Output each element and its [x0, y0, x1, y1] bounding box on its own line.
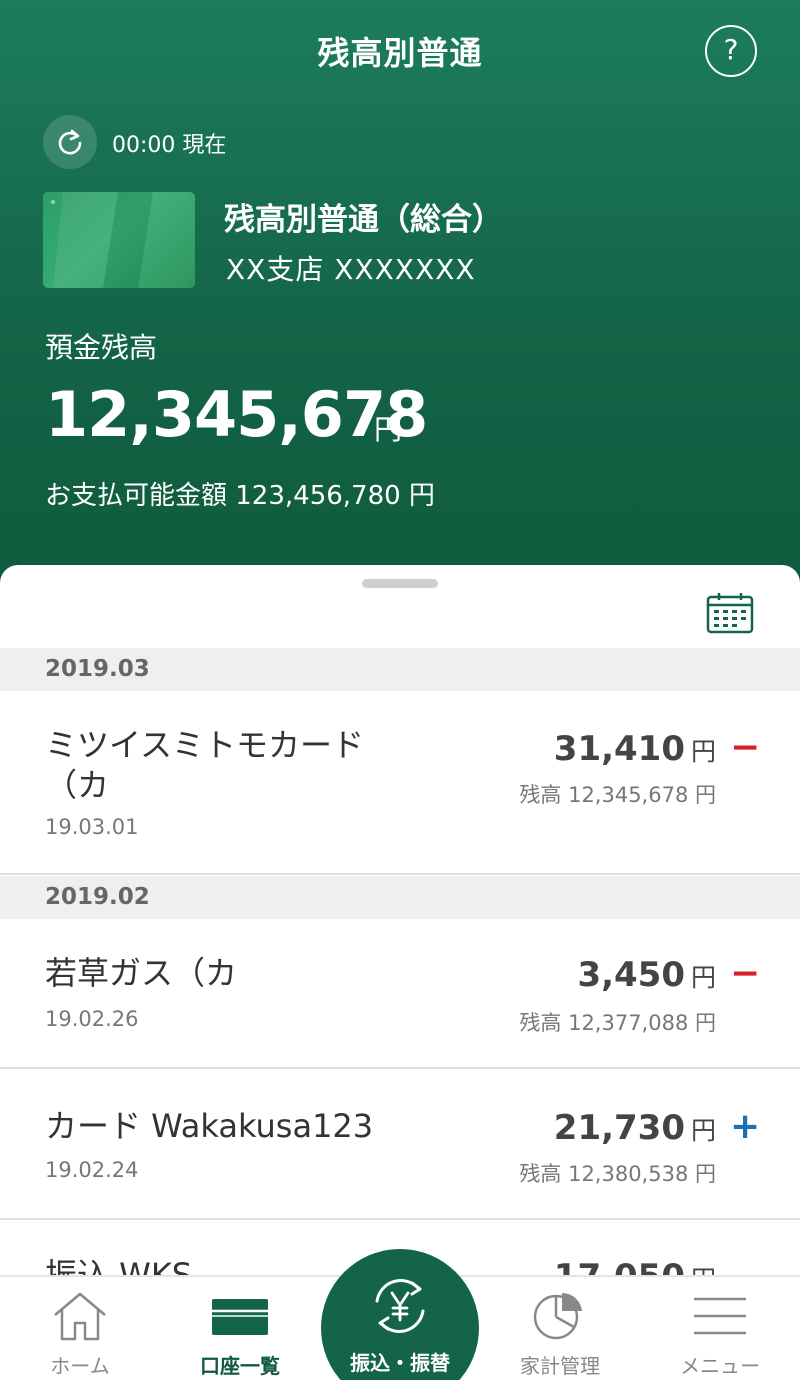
available-amount: お支払可能金額 123,456,780 円	[45, 481, 435, 511]
transaction-row[interactable]: ミツイスミトモカード （カ 19.03.01 31,410 円 − 残高 12,3…	[0, 691, 800, 875]
transaction-name: 若草ガス（カ	[45, 954, 238, 992]
refresh-icon	[58, 129, 82, 155]
minus-sign: −	[730, 727, 761, 768]
transaction-row[interactable]: カード Wakakusa123 19.02.24 21,730 円 + 残高 12…	[0, 1070, 800, 1220]
calendar-button[interactable]	[706, 592, 754, 634]
transaction-balance: 残高 12,380,538 円	[519, 1162, 716, 1186]
month-label: 2019.03	[45, 656, 150, 682]
account-card-image	[43, 192, 195, 288]
month-header: 2019.03	[0, 648, 800, 691]
transaction-date: 19.02.24	[45, 1158, 139, 1182]
balance-label: 預金残高	[45, 331, 158, 364]
tab-label: 口座一覧	[200, 1354, 280, 1378]
transaction-name: ミツイスミトモカード	[45, 726, 365, 764]
refresh-button[interactable]	[43, 115, 97, 169]
tab-label: ホーム	[50, 1354, 110, 1378]
page-title: 残高別普通	[317, 34, 483, 72]
hamburger-menu-icon	[694, 1297, 746, 1335]
transaction-name-cont: （カ	[45, 766, 110, 804]
tab-label: メニュー	[680, 1354, 760, 1378]
tab-home[interactable]: ホーム	[0, 1277, 160, 1380]
transaction-name: カード Wakakusa123	[45, 1107, 374, 1145]
minus-sign: −	[730, 953, 761, 994]
transaction-balance: 残高 12,345,678 円	[519, 783, 716, 807]
transaction-amount: 21,730 円	[553, 1108, 716, 1148]
plus-sign: +	[730, 1106, 761, 1147]
yen-transfer-icon	[375, 1279, 425, 1333]
month-header: 2019.02	[0, 876, 800, 919]
month-label: 2019.02	[45, 884, 150, 910]
tab-accounts[interactable]: 口座一覧	[160, 1277, 320, 1380]
tab-label: 家計管理	[520, 1354, 600, 1378]
transaction-amount: 31,410 円	[553, 729, 716, 769]
transaction-date: 19.03.01	[45, 815, 139, 839]
account-branch: XX支店 XXXXXXX	[226, 253, 476, 286]
transaction-balance: 残高 12,377,088 円	[519, 1011, 716, 1035]
account-header: 残高別普通 ? 00:00 現在 残高別普通（総合） XX支店 XXXXXXX …	[0, 0, 800, 600]
transaction-date: 19.02.26	[45, 1007, 139, 1031]
balance-amount: 12,345,678	[45, 378, 428, 451]
sheet-drag-handle[interactable]	[362, 579, 438, 588]
home-icon	[54, 1292, 106, 1341]
transaction-row[interactable]: 若草ガス（カ 19.02.26 3,450 円 − 残高 12,377,088 円	[0, 919, 800, 1069]
tab-budget[interactable]: 家計管理	[480, 1277, 640, 1380]
account-card-icon	[212, 1299, 268, 1335]
balance-unit: 円	[374, 413, 403, 446]
transaction-amount: 3,450 円	[577, 955, 716, 995]
tab-menu[interactable]: メニュー	[640, 1277, 800, 1380]
account-name: 残高別普通（総合）	[224, 202, 503, 238]
transfer-button-label: 振込・振替	[350, 1351, 450, 1375]
calendar-icon	[706, 593, 754, 634]
help-button[interactable]: ?	[705, 25, 757, 77]
pie-chart-icon	[533, 1292, 582, 1340]
refresh-time: 00:00 現在	[112, 133, 227, 158]
